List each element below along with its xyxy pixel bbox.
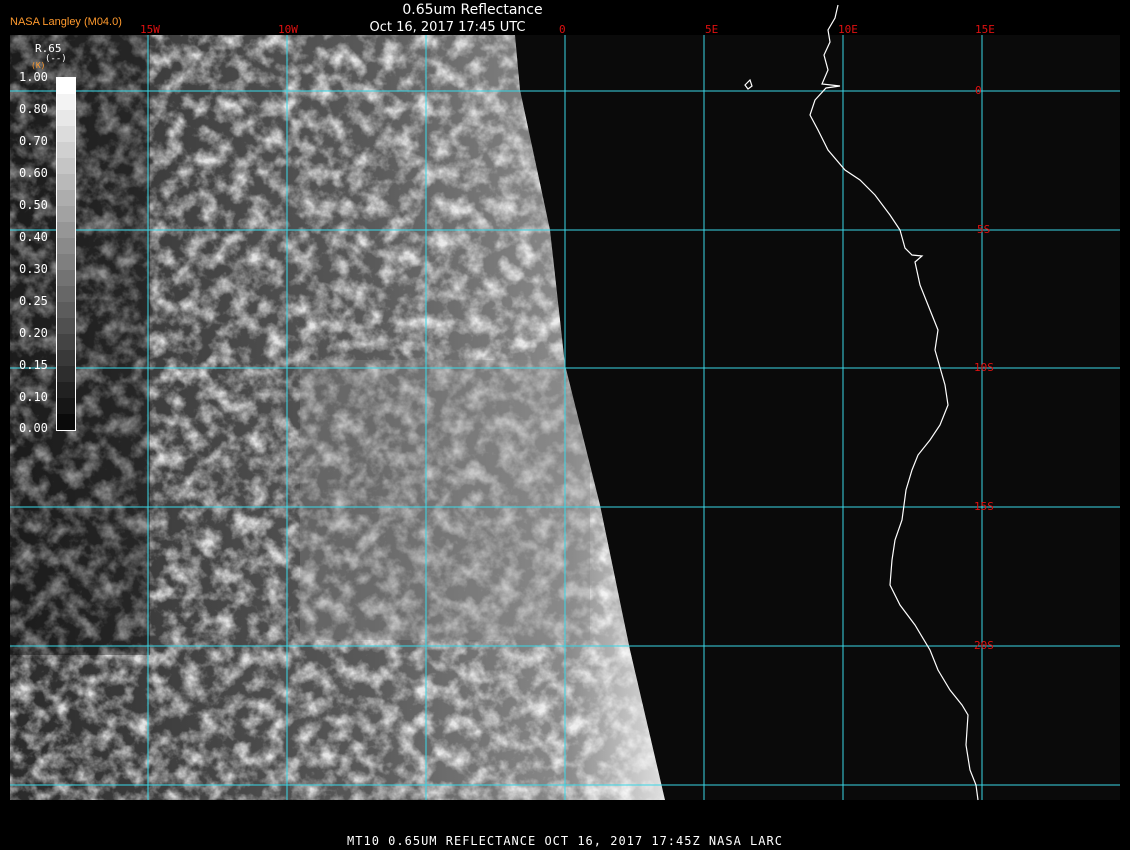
lat-label-5s: 5S bbox=[977, 223, 991, 236]
colorbar-step bbox=[57, 302, 75, 318]
lon-label-15w: 15W bbox=[140, 23, 160, 36]
legend-tick: 0.20 bbox=[19, 326, 48, 340]
colorbar-step bbox=[57, 158, 75, 174]
legend-unit: (--) bbox=[45, 54, 67, 64]
colorbar bbox=[56, 77, 76, 431]
colorbar-step bbox=[57, 350, 75, 366]
legend-tick: 0.80 bbox=[19, 102, 48, 116]
legend-tick: 0.60 bbox=[19, 166, 48, 180]
colorbar-step bbox=[57, 398, 75, 414]
lon-label-10e: 10E bbox=[838, 23, 858, 36]
colorbar-step bbox=[57, 238, 75, 254]
legend-tick: 0.00 bbox=[19, 421, 48, 435]
lat-label-20s: 20S bbox=[974, 639, 994, 652]
legend-subunit: (K) bbox=[31, 61, 46, 70]
legend-tick: 0.70 bbox=[19, 134, 48, 148]
colorbar-step bbox=[57, 206, 75, 222]
lon-label-0: 0 bbox=[559, 23, 566, 36]
colorbar-step bbox=[57, 110, 75, 126]
colorbar-step bbox=[57, 382, 75, 398]
colorbar-step bbox=[57, 126, 75, 142]
colorbar-step bbox=[57, 414, 75, 430]
colorbar-step bbox=[57, 190, 75, 206]
footer-caption: MT10 0.65UM REFLECTANCE OCT 16, 2017 17:… bbox=[347, 834, 783, 848]
colorbar-step bbox=[57, 254, 75, 270]
colorbar-step bbox=[57, 334, 75, 350]
colorbar-step bbox=[57, 78, 75, 94]
lat-label-0: 0 bbox=[975, 84, 982, 97]
legend: R.65 (--) (K) 1.00 0.80 0.70 0.60 0.50 0… bbox=[9, 40, 79, 440]
legend-tick: 0.50 bbox=[19, 198, 48, 212]
colorbar-step bbox=[57, 94, 75, 110]
legend-tick: 0.25 bbox=[19, 294, 48, 308]
colorbar-step bbox=[57, 142, 75, 158]
legend-tick: 0.40 bbox=[19, 230, 48, 244]
colorbar-step bbox=[57, 270, 75, 286]
lon-label-15e: 15E bbox=[975, 23, 995, 36]
lon-label-5e: 5E bbox=[705, 23, 719, 36]
credit-label: NASA Langley (M04.0) bbox=[10, 16, 122, 28]
lon-label-10w: 10W bbox=[278, 23, 298, 36]
legend-tick: 1.00 bbox=[19, 70, 48, 84]
legend-tick: 0.30 bbox=[19, 262, 48, 276]
map-timestamp: Oct 16, 2017 17:45 UTC bbox=[369, 20, 526, 35]
satellite-map bbox=[0, 0, 1130, 850]
colorbar-step bbox=[57, 318, 75, 334]
colorbar-step bbox=[57, 222, 75, 238]
colorbar-step bbox=[57, 366, 75, 382]
colorbar-step bbox=[57, 286, 75, 302]
lat-label-15s: 15S bbox=[974, 500, 994, 513]
legend-tick: 0.15 bbox=[19, 358, 48, 372]
legend-tick: 0.10 bbox=[19, 390, 48, 404]
colorbar-step bbox=[57, 174, 75, 190]
lat-label-10s: 10S bbox=[974, 361, 994, 374]
map-title: 0.65um Reflectance bbox=[402, 2, 543, 18]
